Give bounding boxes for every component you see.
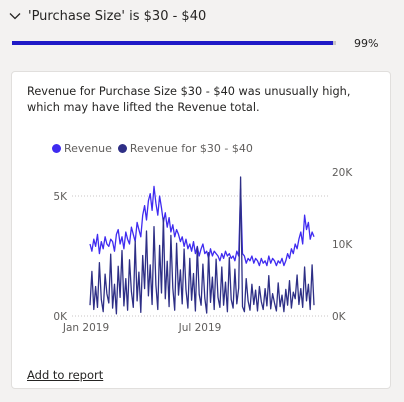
insight-header[interactable]: 'Purchase Size' is $30 - $40 xyxy=(8,6,396,26)
insight-card: Revenue for Purchase Size $30 - $40 was … xyxy=(11,71,391,389)
y-left-tick: 5K xyxy=(53,191,68,203)
progress-bar-fill xyxy=(12,41,333,45)
series-line-revenue xyxy=(89,185,315,267)
x-tick: Jan 2019 xyxy=(62,322,109,334)
y-right-tick: 0K xyxy=(332,311,347,323)
y-right-tick: 20K xyxy=(332,167,353,179)
chevron-down-icon[interactable] xyxy=(8,9,22,23)
add-to-report-link[interactable]: Add to report xyxy=(27,368,103,382)
x-tick: Jul 2019 xyxy=(178,322,222,334)
progress-percent: 99% xyxy=(354,37,379,50)
insight-title: 'Purchase Size' is $30 - $40 xyxy=(28,8,207,24)
y-right-tick: 10K xyxy=(332,239,353,251)
line-chart: 5K 0K 20K 10K 0K Jan 2019 Jul 2019 xyxy=(53,167,353,334)
progress-bar xyxy=(12,41,336,45)
